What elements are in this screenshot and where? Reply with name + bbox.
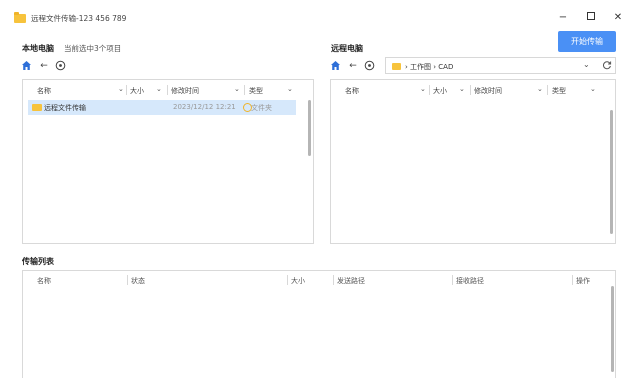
circle-add-icon[interactable] xyxy=(55,60,67,72)
refresh-icon[interactable] xyxy=(602,60,612,73)
remote-path-input[interactable]: › 工作图 › CAD ⌄ xyxy=(385,57,616,74)
close-button[interactable]: ✕ xyxy=(610,10,626,26)
remote-path-text: › 工作图 › CAD xyxy=(405,62,453,72)
tcol-actions[interactable]: 操作 xyxy=(576,276,590,286)
row-date: 2023/12/12 12:21 xyxy=(173,103,236,111)
row-name: 远程文件传输 xyxy=(44,104,86,112)
table-row[interactable]: 远程文件传输 2023/12/12 12:21 文件夹 xyxy=(28,100,296,115)
col-separator[interactable] xyxy=(547,85,548,95)
row-type: 文件夹 xyxy=(251,104,272,112)
remote-file-panel: 名称 ⌄ 大小 ⌄ 修改时间 ⌄ 类型 ⌄ xyxy=(330,79,616,244)
transfer-list-panel: 名称 状态 大小 发送路径 接收路径 操作 xyxy=(22,270,616,378)
col-name[interactable]: 名称 xyxy=(345,86,359,96)
col-separator[interactable] xyxy=(333,275,334,285)
start-transfer-button[interactable]: 开始传输 xyxy=(558,31,616,52)
col-separator[interactable] xyxy=(126,85,127,95)
arrow-left-icon[interactable]: ← xyxy=(347,60,359,72)
chevron-down-icon[interactable]: ⌄ xyxy=(420,85,426,93)
chevron-down-icon[interactable]: ⌄ xyxy=(287,85,293,93)
col-type[interactable]: 类型 xyxy=(249,86,263,96)
circle-add-icon[interactable] xyxy=(364,60,376,72)
col-modified[interactable]: 修改时间 xyxy=(474,86,502,96)
col-size[interactable]: 大小 xyxy=(130,86,144,96)
col-modified[interactable]: 修改时间 xyxy=(171,86,199,96)
path-value: 工作图 › CAD xyxy=(410,63,454,71)
chevron-down-icon[interactable]: ⌄ xyxy=(590,85,596,93)
minimize-button[interactable]: − xyxy=(555,10,571,26)
tcol-name[interactable]: 名称 xyxy=(37,276,51,286)
tcol-send-path[interactable]: 发送路径 xyxy=(337,276,365,286)
local-title: 本地电脑 xyxy=(22,44,54,53)
col-separator[interactable] xyxy=(429,85,430,95)
chevron-down-icon[interactable]: ⌄ xyxy=(234,85,240,93)
home-icon[interactable] xyxy=(330,60,342,72)
tcol-status[interactable]: 状态 xyxy=(131,276,145,286)
title-bar: 远程文件传输-123 456 789 − ✕ xyxy=(0,0,639,30)
arrow-left-icon[interactable]: ← xyxy=(38,60,50,72)
col-separator[interactable] xyxy=(452,275,453,285)
col-separator[interactable] xyxy=(287,275,288,285)
local-file-panel: 名称 ⌄ 大小 ⌄ 修改时间 ⌄ 类型 ⌄ 远程文件传输 2023/12/12 … xyxy=(22,79,314,244)
col-separator[interactable] xyxy=(127,275,128,285)
tcol-size[interactable]: 大小 xyxy=(291,276,305,286)
col-separator[interactable] xyxy=(470,85,471,95)
col-separator[interactable] xyxy=(244,85,245,95)
window-title: 远程文件传输-123 456 789 xyxy=(31,14,127,23)
col-separator[interactable] xyxy=(167,85,168,95)
transfer-list-title: 传输列表 xyxy=(22,257,54,266)
col-size[interactable]: 大小 xyxy=(433,86,447,96)
folder-icon xyxy=(32,104,42,111)
col-type[interactable]: 类型 xyxy=(552,86,566,96)
remote-title: 远程电脑 xyxy=(331,44,363,53)
chevron-down-icon[interactable]: ⌄ xyxy=(459,85,465,93)
folder-icon xyxy=(392,63,401,70)
local-scrollbar[interactable] xyxy=(308,100,311,156)
col-name[interactable]: 名称 xyxy=(37,86,51,96)
col-separator[interactable] xyxy=(572,275,573,285)
maximize-button[interactable] xyxy=(583,10,599,26)
transfer-scrollbar[interactable] xyxy=(611,286,614,372)
chevron-down-icon[interactable]: ⌄ xyxy=(156,85,162,93)
path-separator: › xyxy=(405,63,408,71)
chevron-down-icon[interactable]: ⌄ xyxy=(118,85,124,93)
folder-icon xyxy=(14,12,26,23)
tcol-receive-path[interactable]: 接收路径 xyxy=(456,276,484,286)
transfer-window: 远程文件传输-123 456 789 − ✕ 开始传输 本地电脑 当前选中3个项… xyxy=(0,0,639,389)
remote-scrollbar[interactable] xyxy=(610,110,613,234)
maximize-icon xyxy=(587,12,595,20)
chevron-down-icon[interactable]: ⌄ xyxy=(537,85,543,93)
local-selection-status: 当前选中3个项目 xyxy=(64,44,122,53)
home-icon[interactable] xyxy=(21,60,33,72)
chevron-down-icon[interactable]: ⌄ xyxy=(583,60,590,69)
